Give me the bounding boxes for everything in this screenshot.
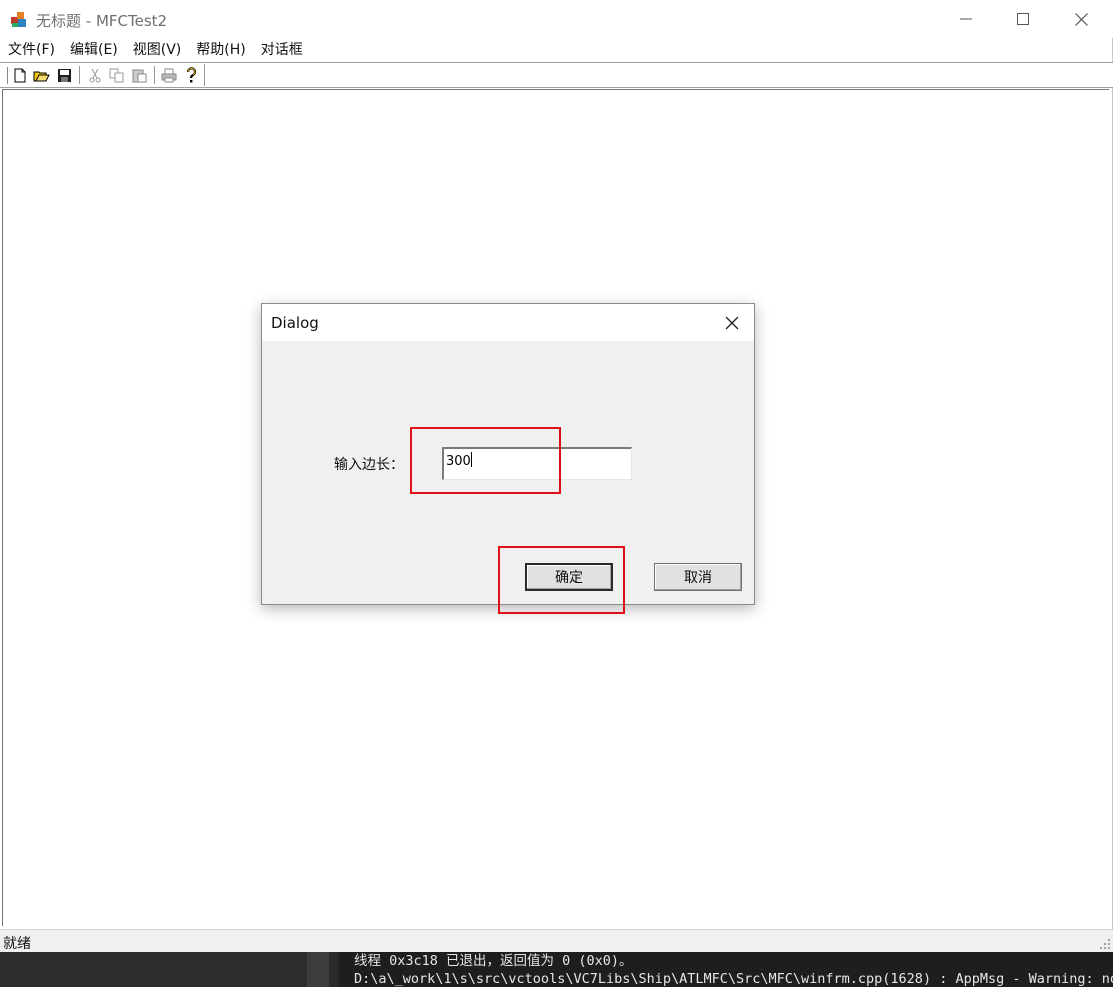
open-icon <box>33 71 50 81</box>
toolbar-end <box>204 64 205 86</box>
print-icon <box>161 68 176 82</box>
menu-dialog[interactable]: 对话框 <box>253 38 310 62</box>
help-button[interactable] <box>181 65 202 85</box>
maximize-button[interactable] <box>994 0 1052 38</box>
cancel-button[interactable]: 取消 <box>654 563 742 591</box>
menu-help[interactable]: 帮助(H) <box>188 38 252 62</box>
close-icon <box>1074 12 1088 26</box>
menu-view[interactable]: 视图(V) <box>125 38 189 62</box>
dialog-close-button[interactable] <box>710 304 754 341</box>
new-icon <box>14 68 25 82</box>
toolbar <box>0 62 1113 88</box>
new-button[interactable] <box>9 65 30 85</box>
status-text: 就绪 <box>3 936 31 952</box>
dialog-title-bar[interactable]: Dialog <box>262 304 754 341</box>
print-button[interactable] <box>158 65 179 85</box>
side-length-label: 输入边长： <box>334 457 404 473</box>
dialog-title: Dialog <box>271 314 319 332</box>
minimize-button[interactable] <box>937 0 995 38</box>
copy-icon <box>109 68 124 82</box>
menu-edit[interactable]: 编辑(E) <box>62 38 125 62</box>
minimize-icon <box>960 18 972 20</box>
save-button[interactable] <box>54 65 75 85</box>
console-sidebar <box>0 952 307 987</box>
close-icon <box>725 316 739 329</box>
paste-button[interactable] <box>129 65 150 85</box>
help-icon <box>186 67 197 83</box>
output-console: 线程 0x3c18 已退出，返回值为 0 (0x0)。 D:\a\_work\1\… <box>0 952 1113 987</box>
save-icon <box>58 68 71 82</box>
console-output: 线程 0x3c18 已退出，返回值为 0 (0x0)。 D:\a\_work\1\… <box>354 952 1113 988</box>
menu-bar: 文件(F) 编辑(E) 视图(V) 帮助(H) 对话框 <box>0 38 1113 62</box>
close-button[interactable] <box>1052 0 1110 38</box>
menu-file[interactable]: 文件(F) <box>0 38 62 62</box>
copy-button[interactable] <box>106 65 127 85</box>
input-highlight-box <box>410 427 561 494</box>
paste-icon <box>132 69 147 82</box>
console-margin <box>307 952 329 987</box>
cut-button[interactable] <box>84 65 105 85</box>
resize-grip-icon[interactable] <box>1097 937 1111 951</box>
open-button[interactable] <box>31 65 52 85</box>
console-line: D:\a\_work\1\s\src\vctools\VC7Libs\Ship\… <box>354 971 1113 987</box>
toolbar-grip[interactable] <box>3 67 8 84</box>
console-line: 线程 0x3c18 已退出，返回值为 0 (0x0)。 <box>354 953 633 969</box>
console-margin <box>329 952 339 987</box>
ok-highlight-box <box>498 546 625 614</box>
app-icon <box>11 12 26 27</box>
maximize-icon <box>1017 13 1029 25</box>
toolbar-separator <box>79 66 83 84</box>
input-dialog: Dialog 输入边长： 300 确定 取消 <box>261 303 755 614</box>
cut-icon <box>89 68 100 82</box>
title-bar[interactable]: 无标题 - MFCTest2 <box>0 0 1113 38</box>
status-bar: 就绪 <box>0 929 1113 952</box>
window-title: 无标题 - MFCTest2 <box>36 12 168 30</box>
